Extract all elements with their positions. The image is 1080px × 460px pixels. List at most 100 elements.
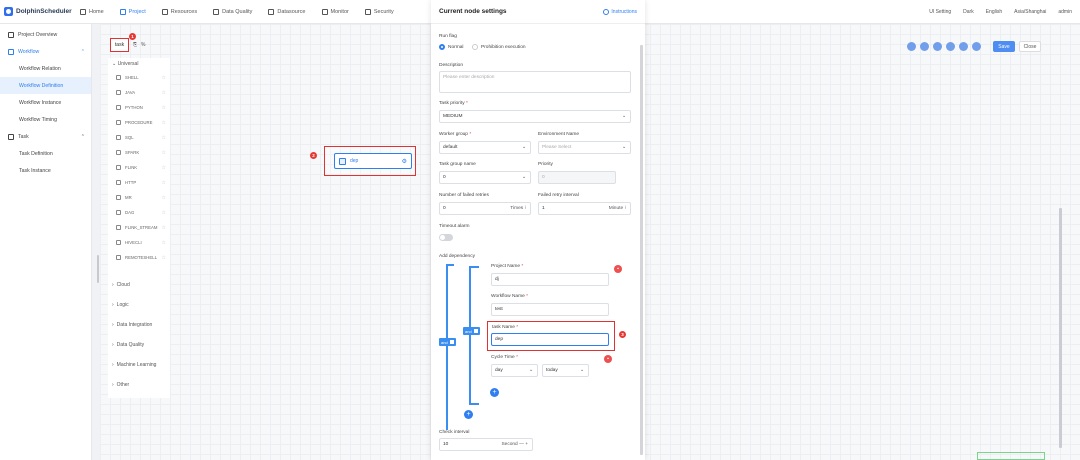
nav-home[interactable]: Home bbox=[72, 0, 112, 24]
add-dependency-group-button[interactable]: + bbox=[464, 410, 473, 419]
project-name-select[interactable]: dj bbox=[491, 273, 609, 286]
task-type-python[interactable]: PYTHON ☆ bbox=[108, 100, 170, 115]
refresh-icon[interactable] bbox=[959, 42, 968, 51]
delete-dependency-group-button[interactable]: ▪ bbox=[614, 265, 622, 273]
task-type-mr[interactable]: MR ☆ bbox=[108, 190, 170, 205]
sidebar-item-task-definition[interactable]: Task Definition bbox=[0, 145, 91, 162]
sidebar-item-project-overview[interactable]: Project Overview bbox=[0, 26, 91, 43]
star-icon[interactable]: ☆ bbox=[162, 135, 166, 141]
user-menu[interactable]: admin bbox=[1058, 9, 1072, 15]
task-priority-select[interactable]: MEDIUM ⌄ bbox=[439, 110, 631, 123]
star-icon[interactable]: ☆ bbox=[162, 180, 166, 186]
sidebar-item-task-instance[interactable]: Task Instance bbox=[0, 162, 91, 179]
canvas-scrollbar[interactable] bbox=[1059, 208, 1062, 448]
fullscreen-icon[interactable] bbox=[933, 42, 942, 51]
check-interval-input[interactable]: 10 Second — + bbox=[439, 438, 533, 451]
drawer-scrollbar[interactable] bbox=[640, 45, 643, 455]
format-icon[interactable] bbox=[946, 42, 955, 51]
priority-input[interactable]: 0 bbox=[538, 171, 616, 184]
theme-button[interactable]: Dark bbox=[963, 9, 974, 15]
save-button[interactable]: Save bbox=[993, 41, 1015, 52]
sidebar-item-workflow[interactable]: Workflow ⌃ bbox=[0, 43, 91, 60]
app-logo[interactable]: DolphinScheduler bbox=[0, 7, 72, 16]
retry-interval-input[interactable]: 1 Minute ⁝ bbox=[538, 202, 631, 215]
star-icon[interactable]: ☆ bbox=[162, 240, 166, 246]
task-type-remoteshell[interactable]: REMOTESHELL ☆ bbox=[108, 250, 170, 265]
task-group-select[interactable]: 0 ⌄ bbox=[439, 171, 531, 184]
task-type-hivecli[interactable]: HIVECLI ☆ bbox=[108, 235, 170, 250]
close-button[interactable]: Close bbox=[1019, 41, 1041, 52]
star-icon[interactable]: ☆ bbox=[162, 165, 166, 171]
chevron-down-icon: ⌄ bbox=[621, 114, 626, 119]
task-type-flink-stream[interactable]: FLINK_STREAM ☆ bbox=[108, 220, 170, 235]
failed-retries-input[interactable]: 0 Times ⁝ bbox=[439, 202, 531, 215]
gear-icon[interactable]: ⚙ bbox=[402, 158, 407, 165]
date-value-select[interactable]: today ⌄ bbox=[542, 364, 589, 377]
category-data-quality[interactable]: › Data Quality bbox=[108, 335, 170, 355]
task-type-flink[interactable]: FLINK ☆ bbox=[108, 160, 170, 175]
dependency-relation-toggle-outer[interactable]: and bbox=[439, 338, 456, 346]
cycle-select[interactable]: day ⌄ bbox=[491, 364, 538, 377]
workflow-name-select[interactable]: test bbox=[491, 303, 609, 316]
task-type-http[interactable]: HTTP ☆ bbox=[108, 175, 170, 190]
timeout-alarm-switch[interactable] bbox=[439, 234, 453, 241]
search-icon[interactable] bbox=[907, 42, 916, 51]
dependency-relation-toggle-inner[interactable]: and bbox=[463, 327, 480, 335]
sidebar-item-workflow-definition[interactable]: Workflow Definition bbox=[0, 77, 91, 94]
worker-group-select[interactable]: default ⌄ bbox=[439, 141, 531, 154]
star-icon[interactable]: ☆ bbox=[162, 210, 166, 216]
download-icon[interactable] bbox=[920, 42, 929, 51]
star-icon[interactable]: ☆ bbox=[162, 195, 166, 201]
copy-icon[interactable]: ⎘ bbox=[133, 42, 137, 48]
nav-datasource[interactable]: Datasource bbox=[260, 0, 313, 24]
star-icon[interactable]: ☆ bbox=[162, 120, 166, 126]
sidebar-scrollbar[interactable] bbox=[97, 255, 99, 283]
star-icon[interactable]: ☆ bbox=[162, 225, 166, 231]
star-icon[interactable]: ☆ bbox=[162, 75, 166, 81]
category-cloud[interactable]: › Cloud bbox=[108, 275, 170, 295]
language-select[interactable]: English bbox=[986, 9, 1002, 15]
star-icon[interactable]: ☆ bbox=[162, 90, 166, 96]
star-icon[interactable]: ☆ bbox=[162, 255, 166, 261]
category-machine-learning[interactable]: › Machine Learning bbox=[108, 355, 170, 375]
nav-data-quality[interactable]: Data Quality bbox=[205, 0, 260, 24]
add-dependency-item-button[interactable]: + bbox=[490, 388, 499, 397]
instructions-link[interactable]: Instructions bbox=[603, 8, 637, 15]
run-flag-normal-radio[interactable]: Normal bbox=[439, 44, 463, 50]
universal-group[interactable]: ⌄ Universal bbox=[108, 58, 170, 70]
sidebar-item-workflow-timing[interactable]: Workflow Timing bbox=[0, 111, 91, 128]
nav-resources[interactable]: Resources bbox=[154, 0, 205, 24]
category-other[interactable]: › Other bbox=[108, 375, 170, 395]
delete-dependency-item-button[interactable]: ▪ bbox=[604, 355, 612, 363]
environment-select[interactable]: Please Select ⌄ bbox=[538, 141, 631, 154]
nav-security[interactable]: Security bbox=[357, 0, 402, 24]
sidebar-item-workflow-relation[interactable]: Workflow Relation bbox=[0, 60, 91, 77]
category-logic[interactable]: › Logic bbox=[108, 295, 170, 315]
star-icon[interactable]: ☆ bbox=[162, 105, 166, 111]
task-type-sql[interactable]: SQL ☆ bbox=[108, 130, 170, 145]
task-type-spark[interactable]: SPARK ☆ bbox=[108, 145, 170, 160]
task-name-select[interactable]: dep bbox=[491, 333, 609, 346]
more-icon[interactable]: % bbox=[141, 42, 145, 48]
dag-node-dep[interactable]: dep ⚙ bbox=[334, 153, 412, 169]
timezone-select[interactable]: Asia/Shanghai bbox=[1014, 9, 1046, 15]
star-icon[interactable]: ☆ bbox=[162, 150, 166, 156]
run-flag-prohibit-radio[interactable]: Prohibition execution bbox=[472, 44, 526, 50]
sidebar-item-workflow-instance[interactable]: Workflow Instance bbox=[0, 94, 91, 111]
node-label: dep bbox=[350, 158, 359, 164]
task-type-shell[interactable]: SHELL ☆ bbox=[108, 70, 170, 85]
version-icon[interactable] bbox=[972, 42, 981, 51]
tab-task[interactable]: task bbox=[110, 38, 129, 52]
task-type-procedure[interactable]: PROCEDURE ☆ bbox=[108, 115, 170, 130]
category-label: Cloud bbox=[116, 282, 130, 288]
nav-monitor[interactable]: Monitor bbox=[314, 0, 357, 24]
ui-setting-button[interactable]: UI Setting bbox=[929, 9, 951, 15]
chevron-right-icon: › bbox=[112, 382, 114, 388]
nav-project[interactable]: Project bbox=[112, 0, 154, 24]
minimap[interactable] bbox=[977, 452, 1045, 460]
task-type-dag[interactable]: DAG ☆ bbox=[108, 205, 170, 220]
sidebar-item-task[interactable]: Task ⌃ bbox=[0, 128, 91, 145]
description-textarea[interactable]: Please enter description bbox=[439, 71, 631, 93]
category-data-integration[interactable]: › Data Integration bbox=[108, 315, 170, 335]
task-type-java[interactable]: JAVA ☆ bbox=[108, 85, 170, 100]
